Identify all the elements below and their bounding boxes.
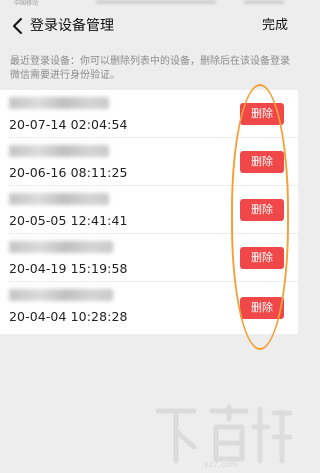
status-icons-blurred [96, 0, 216, 4]
svg-text:xz7.com: xz7.com [204, 460, 238, 469]
navigation-bar: 登录设备管理 完成 [0, 8, 298, 44]
device-login-time: 20-07-14 02:04:54 [9, 117, 128, 132]
device-login-time: 20-04-19 15:19:58 [9, 261, 128, 276]
device-name-blurred [9, 289, 113, 301]
device-login-time: 20-06-16 08:11:25 [9, 165, 128, 180]
device-name-blurred [9, 97, 109, 109]
back-arrow-icon[interactable] [10, 16, 26, 36]
status-time-blurred [244, 0, 284, 4]
carrier-label: 中国移动 [14, 0, 39, 7]
status-bar: 中国移动 [0, 0, 298, 8]
done-button[interactable]: 完成 [262, 8, 288, 44]
delete-button[interactable]: 删除 [240, 103, 284, 125]
delete-button[interactable]: 删除 [240, 247, 284, 269]
delete-button[interactable]: 删除 [240, 199, 284, 221]
device-login-time: 20-05-05 12:41:41 [9, 213, 128, 228]
page-title: 登录设备管理 [30, 18, 114, 34]
delete-button[interactable]: 删除 [240, 151, 284, 173]
device-name-blurred [9, 145, 109, 157]
watermark-logo: xz7.com [150, 397, 296, 469]
device-name-blurred [9, 241, 113, 253]
device-login-time: 20-04-04 10:28:28 [9, 309, 128, 324]
device-name-blurred [9, 193, 109, 205]
description-text: 最近登录设备：你可以删除列表中的设备，删除后在该设备登录微信需要进行身份验证。 [10, 56, 290, 81]
delete-button[interactable]: 删除 [240, 297, 284, 319]
